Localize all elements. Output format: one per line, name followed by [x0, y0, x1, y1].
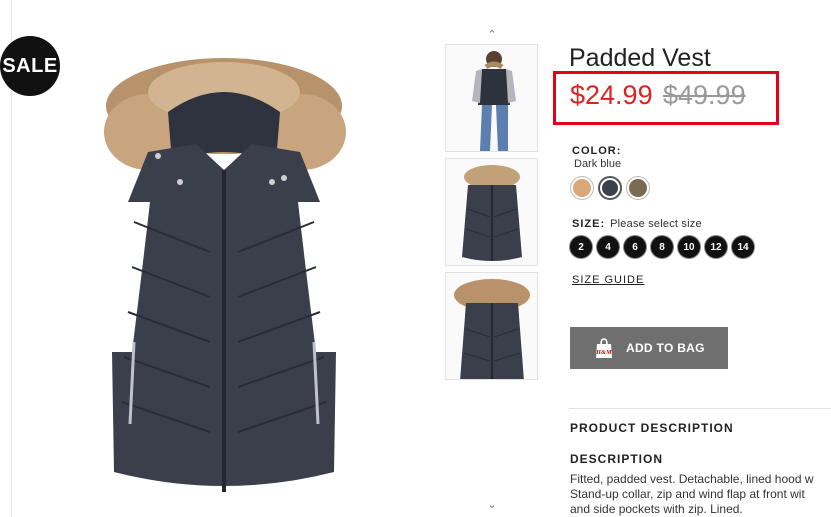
thumbnail-model[interactable]	[445, 44, 538, 152]
size-option[interactable]: 12	[705, 236, 727, 258]
add-to-bag-label: ADD TO BAG	[626, 341, 705, 355]
thumbnail-column: ⌃ ⌄	[444, 28, 540, 517]
size-guide-link[interactable]: SIZE GUIDE	[572, 274, 644, 286]
color-swatch-brown[interactable]	[626, 176, 650, 200]
chevron-up-icon[interactable]: ⌃	[444, 28, 540, 41]
size-options: 2 4 6 8 10 12 14	[570, 236, 754, 258]
size-option[interactable]: 4	[597, 236, 619, 258]
description-text: Fitted, padded vest. Detachable, lined h…	[570, 472, 831, 517]
size-option[interactable]: 8	[651, 236, 673, 258]
description-heading: DESCRIPTION	[570, 452, 664, 466]
original-price: $49.99	[663, 80, 746, 110]
sale-price: $24.99	[570, 80, 653, 110]
chevron-down-icon[interactable]: ⌄	[444, 498, 540, 511]
main-product-image[interactable]	[88, 52, 360, 500]
size-label: SIZE:	[572, 218, 606, 230]
thumbnail-vest-hood[interactable]	[445, 272, 538, 380]
color-label: COLOR:	[572, 145, 622, 157]
selected-color-name: Dark blue	[574, 158, 622, 170]
product-title: Padded Vest	[569, 44, 711, 72]
section-divider	[569, 408, 831, 409]
sale-badge: SALE	[0, 36, 60, 96]
description-line: Stand-up collar, zip and wind flap at fr…	[570, 487, 805, 501]
color-swatch-beige[interactable]	[570, 176, 594, 200]
color-swatches	[570, 176, 650, 200]
description-line: Fitted, padded vest. Detachable, lined h…	[570, 472, 814, 486]
thumbnail-vest-front[interactable]	[445, 158, 538, 266]
product-description-heading[interactable]: PRODUCT DESCRIPTION	[570, 421, 734, 435]
description-line: and side pockets with zip. Lined.	[570, 502, 743, 516]
size-option[interactable]: 10	[678, 236, 700, 258]
size-option[interactable]: 6	[624, 236, 646, 258]
bag-logo-text: H&M	[595, 350, 612, 356]
size-label-row: SIZE: Please select size	[572, 218, 702, 230]
color-swatch-dark-blue[interactable]	[598, 176, 622, 200]
shopping-bag-icon: H&M	[595, 338, 612, 358]
size-option[interactable]: 2	[570, 236, 592, 258]
add-to-bag-button[interactable]: H&M ADD TO BAG	[570, 327, 728, 369]
size-hint: Please select size	[610, 218, 702, 230]
size-option[interactable]: 14	[732, 236, 754, 258]
